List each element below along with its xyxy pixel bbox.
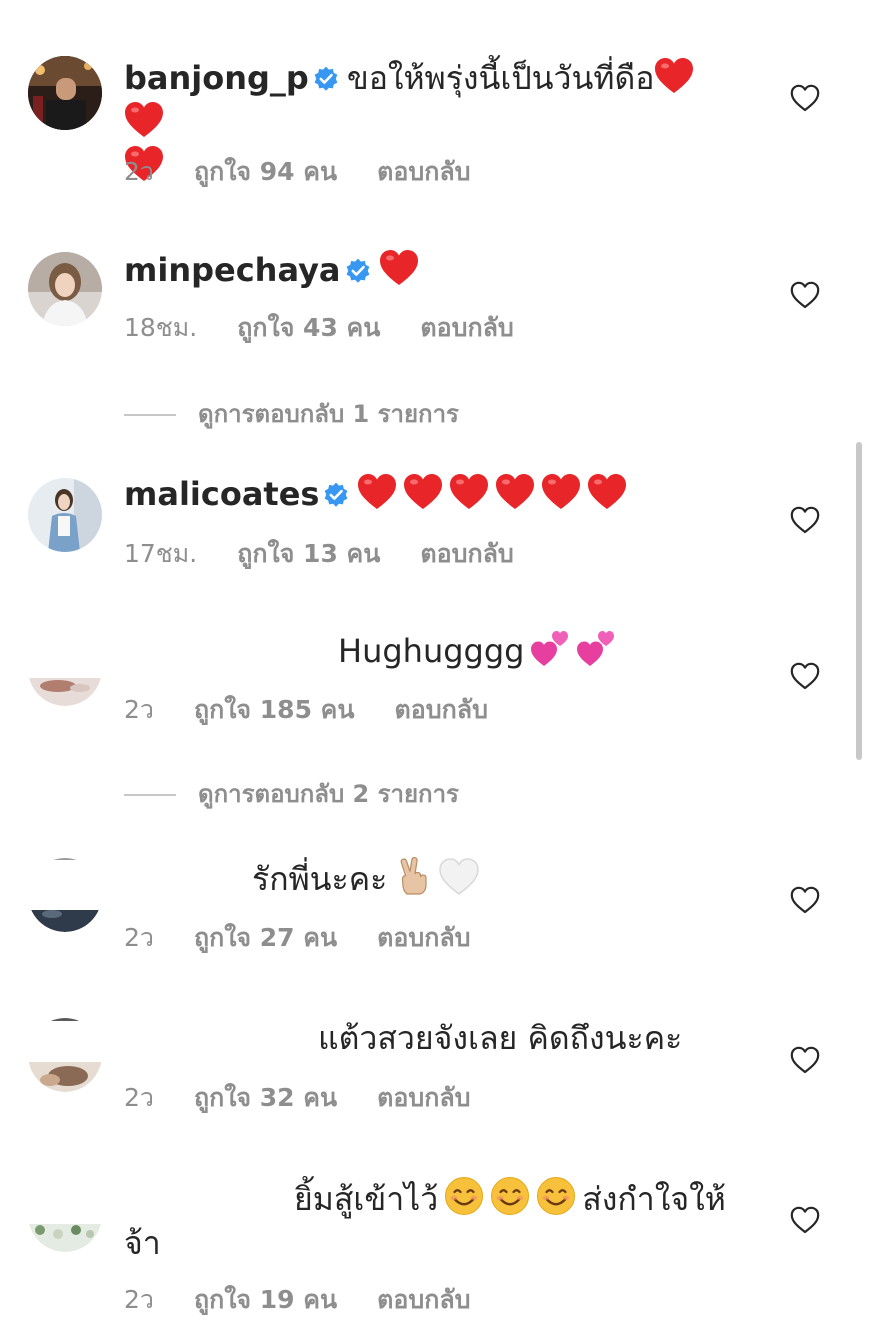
likes-count[interactable]: ถูกใจ 19 คน (194, 1280, 337, 1320)
comment-text: แต้วสวยจังเลย คิดถึงนะคะ (318, 1016, 738, 1060)
avatar[interactable] (28, 56, 102, 130)
comment-time: 17ชม. (124, 539, 198, 568)
avatar-image (28, 252, 102, 326)
avatar-image (28, 678, 102, 706)
avatar[interactable] (28, 858, 102, 932)
reply-button[interactable]: ตอบกลับ (420, 313, 513, 342)
view-replies-label: ดูการตอบกลับ 1 รายการ (198, 400, 459, 428)
scrollbar[interactable] (856, 442, 862, 760)
verified-badge-icon (323, 482, 349, 508)
two-hearts-icon (530, 628, 570, 668)
comment-meta: 17ชม. ถูกใจ 13 คน ตอบกลับ (124, 534, 514, 574)
avatar-image (28, 478, 102, 552)
avatar[interactable] (28, 1018, 102, 1092)
comment-text: malicoates (124, 472, 724, 516)
smiling-face-icon (444, 1176, 484, 1216)
like-heart-icon[interactable] (790, 506, 820, 534)
like-heart-icon[interactable] (790, 662, 820, 690)
comment-text: ยิ้มสู้เข้าไว้ ส่งกำใจให้จ้า (124, 1176, 734, 1265)
like-heart-icon[interactable] (790, 1206, 820, 1234)
view-replies-label: ดูการตอบกลับ 2 รายการ (198, 780, 459, 808)
comment-meta: 2ว ถูกใจ 19 คน ตอบกลับ (124, 1280, 471, 1320)
red-heart-icon (495, 473, 535, 511)
comment-time: 18ชม. (124, 313, 198, 342)
avatar-image (28, 1018, 102, 1092)
comment-time: 2ว (124, 1083, 154, 1112)
divider-line (124, 414, 176, 416)
likes-count[interactable]: ถูกใจ 185 คน (194, 690, 355, 730)
likes-count[interactable]: ถูกใจ 13 คน (237, 534, 380, 574)
view-replies-button[interactable]: ดูการตอบกลับ 1 รายการ (124, 394, 459, 433)
reply-button[interactable]: ตอบกลับ (377, 1285, 470, 1314)
avatar-image (28, 858, 102, 932)
like-heart-icon[interactable] (790, 886, 820, 914)
reply-button[interactable]: ตอบกลับ (377, 157, 470, 186)
likes-count[interactable]: ถูกใจ 43 คน (237, 308, 380, 348)
red-heart-icon (357, 473, 397, 511)
reply-button[interactable]: ตอบกลับ (420, 539, 513, 568)
username[interactable]: malicoates (124, 475, 319, 513)
reply-button[interactable]: ตอบกลับ (377, 1083, 470, 1112)
comment-text: รักพี่นะคะ (252, 856, 652, 901)
red-heart-icon (379, 249, 419, 287)
comment-body-continued: ส่งกำใจให้ (582, 1180, 726, 1218)
comment-text: Hughugggg (338, 628, 738, 673)
comment-meta: 2ว ถูกใจ 185 คน ตอบกลับ (124, 690, 488, 730)
divider-line (124, 794, 176, 796)
comment-body: แต้วสวยจังเลย คิดถึงนะคะ (318, 1019, 683, 1057)
reply-button[interactable]: ตอบกลับ (395, 695, 488, 724)
comment-body: ขอให้พรุ่งนี้เป็นวันที่ดือ (346, 59, 655, 97)
red-heart-icon (124, 101, 164, 139)
red-heart-icon (587, 473, 627, 511)
two-hearts-icon (576, 628, 616, 668)
white-heart-icon (439, 858, 479, 896)
view-replies-button[interactable]: ดูการตอบกลับ 2 รายการ (124, 774, 459, 813)
comment-time: 2ว (124, 923, 154, 952)
avatar-image (28, 1224, 102, 1252)
comment-meta: 2ว ถูกใจ 94 คน ตอบกลับ (124, 152, 471, 192)
like-heart-icon[interactable] (790, 1046, 820, 1074)
avatar-image (28, 56, 102, 130)
smiling-face-icon (490, 1176, 530, 1216)
like-heart-icon[interactable] (790, 281, 820, 309)
likes-count[interactable]: ถูกใจ 32 คน (194, 1078, 337, 1118)
comment-meta: 18ชม. ถูกใจ 43 คน ตอบกลับ (124, 308, 514, 348)
comment-time: 2ว (124, 695, 154, 724)
red-heart-icon (449, 473, 489, 511)
likes-count[interactable]: ถูกใจ 94 คน (194, 152, 337, 192)
comment-body-line2: จ้า (124, 1224, 161, 1262)
comment-time: 2ว (124, 157, 154, 186)
comment-meta: 2ว ถูกใจ 32 คน ตอบกลับ (124, 1078, 471, 1118)
comment-body: รักพี่นะคะ (252, 860, 388, 898)
username[interactable]: banjong_p (124, 59, 309, 97)
avatar[interactable] (28, 478, 102, 552)
comment-time: 2ว (124, 1285, 154, 1314)
username[interactable]: minpechaya (124, 251, 341, 289)
comment-text: minpechaya (124, 248, 724, 292)
smiling-face-icon (536, 1176, 576, 1216)
avatar[interactable] (28, 252, 102, 326)
likes-count[interactable]: ถูกใจ 27 คน (194, 918, 337, 958)
red-heart-icon (403, 473, 443, 511)
avatar[interactable] (28, 632, 102, 706)
comment-body: Hughugggg (338, 632, 525, 670)
verified-badge-icon (313, 66, 339, 92)
red-heart-icon (541, 473, 581, 511)
reply-button[interactable]: ตอบกลับ (377, 923, 470, 952)
avatar[interactable] (28, 1178, 102, 1252)
victory-hand-icon (393, 856, 433, 896)
verified-badge-icon (345, 258, 371, 284)
comment-body: ยิ้มสู้เข้าไว้ (294, 1180, 439, 1218)
like-heart-icon[interactable] (790, 84, 820, 112)
red-heart-icon (654, 57, 694, 95)
comment-meta: 2ว ถูกใจ 27 คน ตอบกลับ (124, 918, 471, 958)
